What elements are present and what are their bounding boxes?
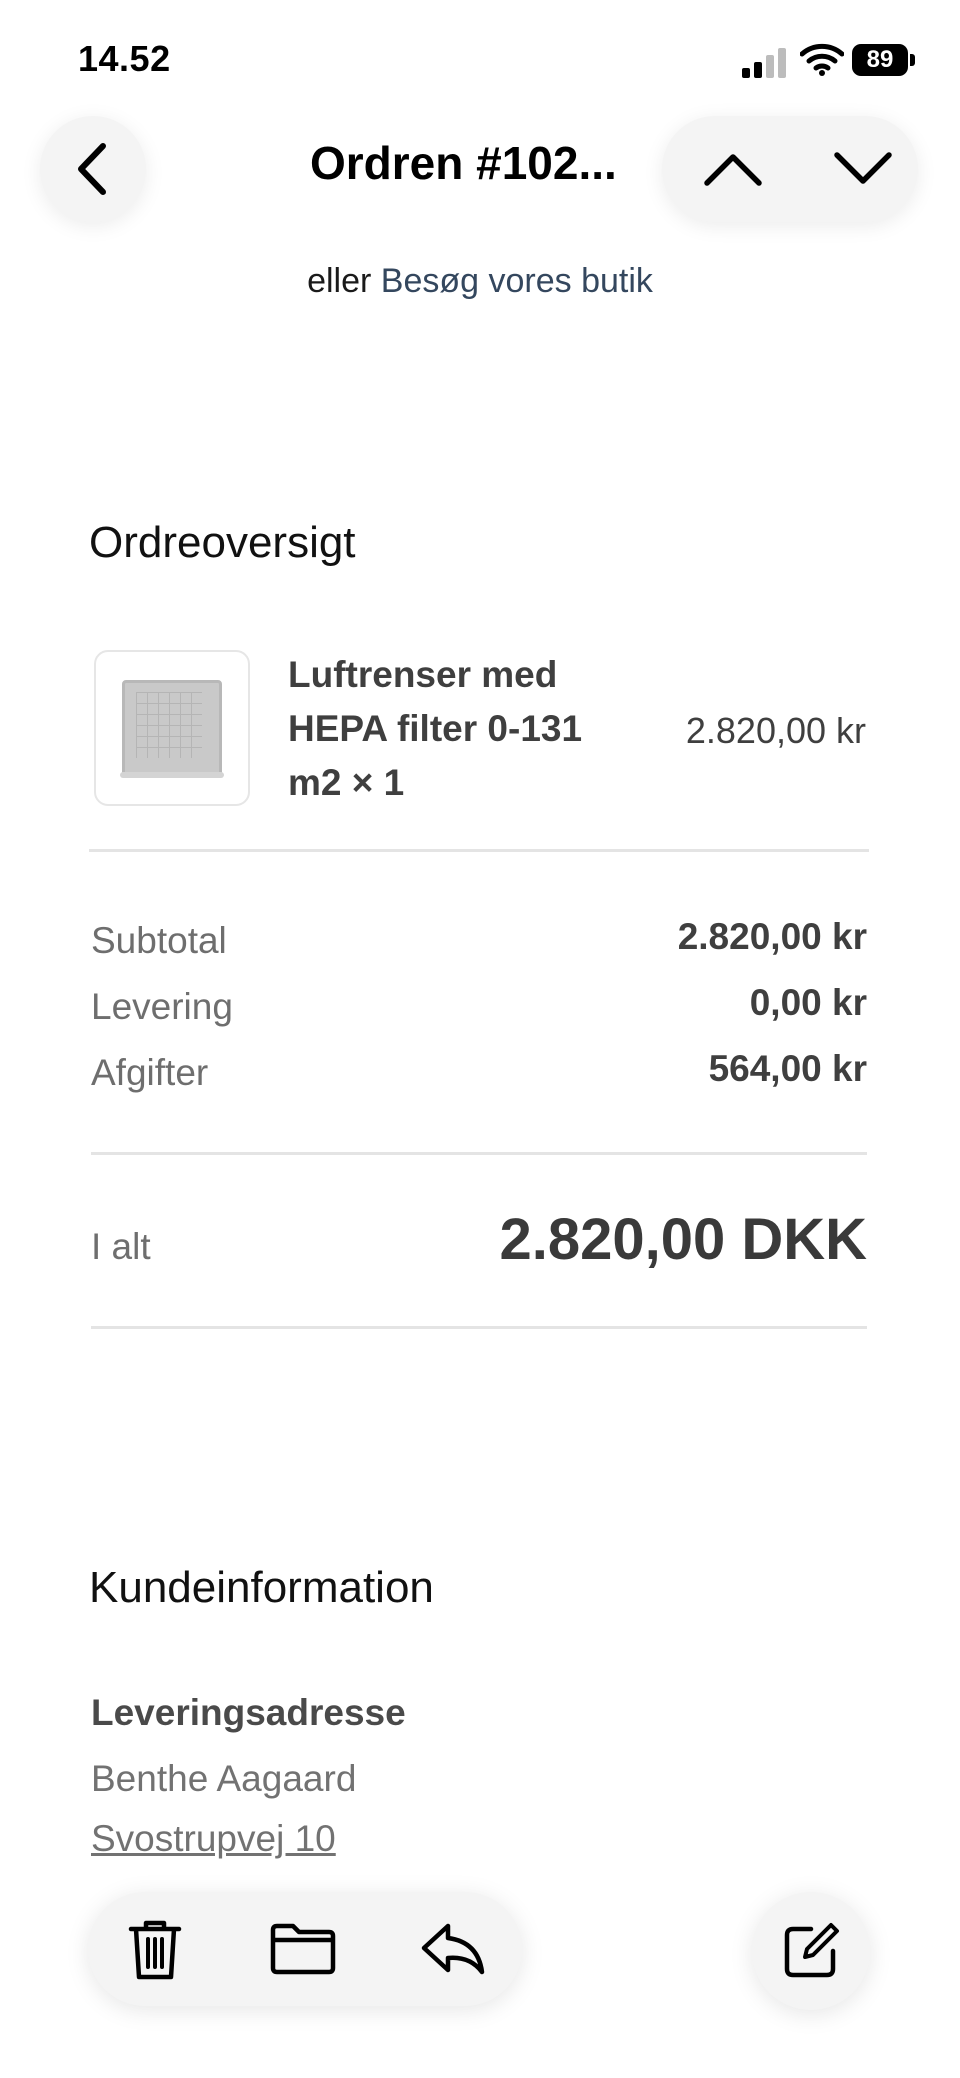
shop-link-line: eller Besøg vores butik <box>0 262 960 301</box>
chevron-down-icon <box>834 152 892 184</box>
taxes-value: 564,00 kr <box>708 1048 867 1089</box>
page-title: Ordren #102... <box>310 137 617 189</box>
reply-icon <box>421 1923 485 1975</box>
move-to-folder-button[interactable] <box>258 1904 348 1994</box>
trash-icon <box>128 1920 182 1980</box>
subtotal-value: 2.820,00 kr <box>677 916 867 957</box>
wifi-icon <box>800 43 844 76</box>
delete-button[interactable] <box>110 1904 200 1994</box>
cellular-signal-icon <box>742 46 786 78</box>
divider <box>89 849 869 852</box>
product-price: 2.820,00 kr <box>685 710 866 751</box>
divider <box>91 1326 867 1329</box>
chevron-left-icon <box>78 143 106 195</box>
compose-icon <box>784 1923 839 1978</box>
folder-icon <box>270 1923 336 1975</box>
visit-shop-link[interactable]: Besøg vores butik <box>381 262 653 300</box>
chevron-up-icon <box>704 154 762 186</box>
subtotal-label: Subtotal <box>91 920 227 961</box>
shop-link-prefix: eller <box>307 262 372 300</box>
back-button[interactable] <box>40 116 146 222</box>
shipping-address-label: Leveringsadresse <box>91 1692 406 1733</box>
compose-button[interactable] <box>752 1892 870 2010</box>
battery-cap <box>910 54 915 66</box>
product-name: Luftrenser med HEPA filter 0-131 m2 × 1 <box>288 654 583 803</box>
total-value: 2.820,00 DKK <box>499 1207 867 1272</box>
product-thumbnail <box>94 650 250 806</box>
previous-message-button[interactable] <box>690 126 776 212</box>
customer-name: Benthe Aagaard <box>91 1758 357 1799</box>
taxes-label: Afgifter <box>91 1052 209 1093</box>
total-label: I alt <box>91 1226 151 1267</box>
status-time: 14.52 <box>78 38 171 79</box>
battery-icon: 89 <box>852 44 908 76</box>
customer-info-title: Kundeinformation <box>89 1563 434 1612</box>
shipping-label: Levering <box>91 986 233 1027</box>
shipping-value: 0,00 kr <box>749 982 867 1023</box>
divider <box>91 1152 867 1155</box>
order-overview-title: Ordreoversigt <box>89 518 356 567</box>
next-message-button[interactable] <box>820 126 906 212</box>
street-address-link[interactable]: Svostrupvej 10 <box>91 1818 336 1860</box>
reply-button[interactable] <box>408 1904 498 1994</box>
